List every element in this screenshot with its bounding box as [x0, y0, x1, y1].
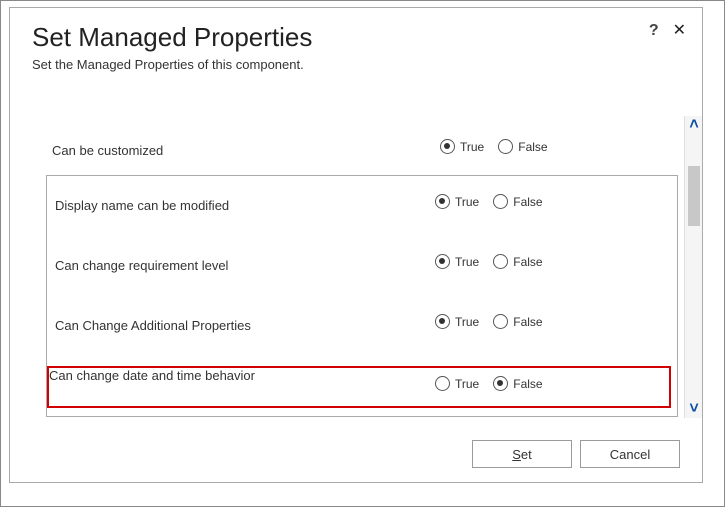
radio-label: False [518, 140, 547, 154]
button-label-rest: et [521, 447, 532, 462]
radio-group: True False [440, 139, 548, 154]
button-label: Cancel [610, 447, 650, 462]
radio-true[interactable]: True [435, 314, 479, 329]
property-label: Can change date and time behavior [49, 368, 255, 383]
radio-label: False [513, 255, 542, 269]
property-can-be-customized: Can be customized True False [46, 139, 678, 169]
scroll-thumb[interactable] [688, 166, 700, 226]
dialog-title: Set Managed Properties [32, 22, 680, 53]
radio-label: True [455, 195, 479, 209]
radio-icon [435, 314, 450, 329]
property-requirement-level: Can change requirement level True False [47, 236, 677, 296]
property-label: Can change requirement level [55, 258, 228, 273]
radio-label: False [513, 377, 542, 391]
radio-false[interactable]: False [493, 254, 542, 269]
scrollbar[interactable]: ˄ ˅ [684, 116, 702, 418]
radio-group: True False [435, 314, 543, 329]
radio-label: True [460, 140, 484, 154]
radio-icon [498, 139, 513, 154]
radio-true[interactable]: True [435, 254, 479, 269]
radio-group: True False [435, 376, 543, 391]
scroll-up-icon[interactable]: ˄ [685, 116, 703, 134]
set-button[interactable]: Set [472, 440, 572, 468]
radio-icon [493, 194, 508, 209]
dialog-body: part of a managed solution. Can be custo… [46, 118, 678, 412]
radio-false[interactable]: False [493, 376, 542, 391]
property-label: Can Change Additional Properties [55, 318, 251, 333]
radio-group: True False [435, 254, 543, 269]
dialog-header: Set Managed Properties Set the Managed P… [10, 8, 702, 80]
radio-icon [493, 376, 508, 391]
radio-icon [440, 139, 455, 154]
radio-icon [493, 254, 508, 269]
radio-label: False [513, 195, 542, 209]
radio-label: False [513, 315, 542, 329]
cancel-button[interactable]: Cancel [580, 440, 680, 468]
radio-icon [493, 314, 508, 329]
radio-icon [435, 254, 450, 269]
property-date-time-behavior: Can change date and time behavior True F… [47, 366, 671, 408]
radio-label: True [455, 255, 479, 269]
help-icon[interactable]: ? [649, 22, 659, 40]
radio-false[interactable]: False [498, 139, 547, 154]
property-additional-properties: Can Change Additional Properties True Fa… [47, 296, 677, 356]
property-label: Can be customized [52, 143, 163, 158]
dialog-subtitle: Set the Managed Properties of this compo… [32, 57, 680, 72]
radio-label: True [455, 315, 479, 329]
radio-true[interactable]: True [435, 194, 479, 209]
dialog-footer: Set Cancel [472, 440, 680, 468]
radio-icon [435, 376, 450, 391]
radio-false[interactable]: False [493, 314, 542, 329]
radio-true[interactable]: True [440, 139, 484, 154]
close-icon[interactable]: ✕ [673, 23, 686, 39]
radio-label: True [455, 377, 479, 391]
dialog: Set Managed Properties Set the Managed P… [9, 7, 703, 483]
scroll-down-icon[interactable]: ˅ [685, 400, 703, 418]
radio-icon [435, 194, 450, 209]
button-accel: S [512, 447, 521, 462]
radio-true[interactable]: True [435, 376, 479, 391]
property-label: Display name can be modified [55, 198, 229, 213]
radio-false[interactable]: False [493, 194, 542, 209]
radio-group: True False [435, 194, 543, 209]
properties-box: Display name can be modified True False [46, 175, 678, 417]
property-display-name: Display name can be modified True False [47, 176, 677, 236]
